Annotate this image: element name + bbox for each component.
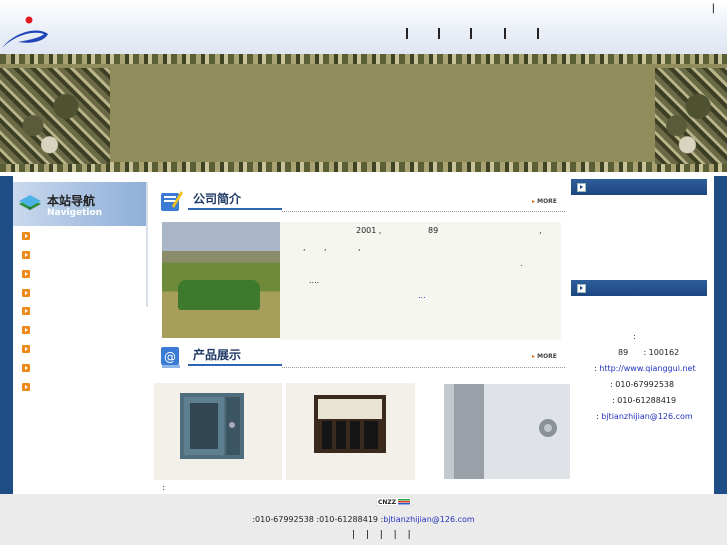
about-title: 公司简介: [193, 192, 242, 206]
footer-email-link[interactable]: bjtianzhijian@126.com: [383, 515, 474, 524]
top-nav-separator: [438, 28, 440, 39]
contact-colon: :: [633, 332, 636, 341]
about-title-underline: [188, 208, 282, 210]
sidebar-item[interactable]: [22, 345, 30, 353]
banner-camo-edge: [0, 54, 727, 64]
products-divider: [282, 367, 565, 368]
vehicle-shape: [178, 280, 260, 310]
footer-tel-line: :010-67992538 :010-61288419 :: [252, 515, 384, 524]
top-bar: [0, 0, 727, 54]
sidebar-item[interactable]: [22, 251, 30, 259]
top-nav-separator: [537, 28, 539, 39]
footer-contact: :010-67992538 :010-61288419 :bjtianzhiji…: [0, 515, 727, 524]
sidebar-item[interactable]: [22, 270, 30, 278]
contact-email: : bjtianzhijian@126.com: [596, 412, 693, 421]
contact-fax: : 010-61288419: [612, 396, 677, 405]
right-panel-header[interactable]: [571, 179, 707, 195]
about-text-panel: [280, 222, 561, 340]
contact-email-link[interactable]: bjtianzhijian@126.com: [601, 412, 692, 421]
soldiers-image-left: [0, 68, 110, 164]
sidebar-subtitle: Navigetion: [47, 208, 103, 218]
cnzz-stats-badge[interactable]: CNZZ: [376, 497, 412, 506]
gun-safe-image: [180, 393, 244, 459]
arrow-right-icon: [577, 183, 586, 192]
arrow-right-icon: [577, 284, 586, 293]
top-nav: [404, 28, 544, 42]
product-card[interactable]: [286, 383, 415, 480]
products-more-link[interactable]: MORE: [532, 353, 557, 360]
svg-text:@: @: [164, 350, 176, 364]
footer-nav-separators: | | | | |: [352, 530, 415, 540]
about-line: ,: [303, 243, 306, 252]
sidebar-item[interactable]: [22, 364, 30, 372]
right-panel-header[interactable]: [571, 280, 707, 296]
sidebar-divider: [146, 182, 148, 307]
at-sign-icon: @: [161, 347, 180, 368]
contact-postcode: 89 : 100162: [618, 348, 680, 357]
about-line: ,: [358, 243, 361, 252]
product-card[interactable]: [444, 384, 570, 479]
frame-right: [714, 176, 727, 494]
document-icon: [161, 191, 183, 211]
soldiers-image-right: [655, 68, 727, 164]
sidebar-item[interactable]: [22, 307, 30, 315]
company-logo[interactable]: [0, 14, 50, 50]
cnzz-badge-label: CNZZ: [378, 499, 397, 506]
sidebar-title: 本站导航: [47, 194, 96, 208]
about-more-link[interactable]: MORE: [532, 198, 557, 205]
contact-website: : http://www.qianggui.net: [594, 364, 696, 373]
about-line: 89: [428, 226, 439, 235]
about-line: .: [520, 259, 523, 268]
product-card[interactable]: [154, 383, 282, 480]
about-read-more-link[interactable]: ...: [418, 291, 426, 300]
sidebar-item[interactable]: [22, 232, 30, 240]
products-title: 产品展示: [193, 348, 242, 362]
sidebar-item[interactable]: [22, 289, 30, 297]
vault-door-image: [444, 384, 570, 479]
frame-left: [0, 176, 13, 494]
contact-tel: : 010-67992538: [610, 380, 675, 389]
products-title-underline: [188, 364, 282, 366]
about-line: ....: [309, 276, 320, 285]
top-separator: |: [711, 3, 715, 14]
about-line: ,: [539, 226, 542, 235]
contact-email-label: :: [596, 412, 599, 421]
about-line: 2001 ,: [356, 226, 382, 235]
gun-cabinet-image: [314, 395, 386, 453]
top-nav-separator: [470, 28, 472, 39]
about-divider: [282, 211, 565, 212]
products-note: :: [162, 483, 165, 492]
contact-website-link[interactable]: http://www.qianggui.net: [599, 364, 695, 373]
top-nav-separator: [406, 28, 408, 39]
top-nav-separator: [504, 28, 506, 39]
sidebar-item[interactable]: [22, 383, 30, 391]
book-icon: [19, 195, 41, 210]
about-line: ,: [324, 243, 327, 252]
contact-website-label: :: [594, 364, 597, 373]
sidebar-item[interactable]: [22, 326, 30, 334]
camo-banner: [0, 54, 727, 172]
